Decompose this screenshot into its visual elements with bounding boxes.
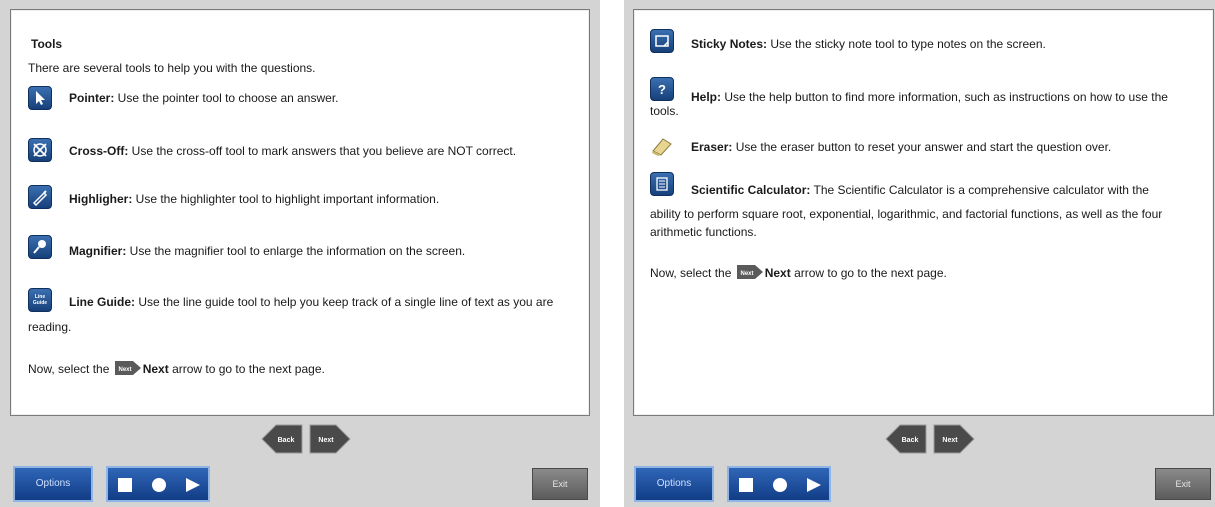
svg-text:Back: Back (278, 437, 295, 444)
tool-description: Cross-Off: Use the cross-off tool to mar… (69, 144, 517, 158)
content-area: Tools There are several tools to help yo… (10, 9, 590, 416)
exit-button[interactable]: Exit (1155, 468, 1211, 500)
options-button[interactable]: Options (634, 466, 714, 502)
magnifier-icon[interactable] (28, 235, 52, 259)
left-panel: Tools There are several tools to help yo… (0, 0, 600, 507)
tool-description: Highligher: Use the highlighter tool to … (69, 192, 440, 206)
tool-description-continued: arithmetic functions. (650, 225, 757, 239)
svg-text:Next: Next (318, 437, 334, 444)
calculator-icon[interactable] (650, 172, 674, 196)
next-instruction: Now, select the Next Next arrow to go to … (650, 264, 947, 284)
tool-description: Pointer: Use the pointer tool to choose … (69, 91, 339, 105)
tool-description: Magnifier: Use the magnifier tool to enl… (69, 244, 466, 258)
svg-text:Next: Next (740, 271, 753, 277)
tool-description: Help: Use the help button to find more i… (691, 90, 1168, 104)
next-arrow-icon: Next (114, 361, 141, 375)
help-icon[interactable]: ? (650, 77, 674, 101)
page-title: Tools (31, 37, 63, 51)
back-button[interactable]: Back (885, 424, 927, 454)
right-panel: Sticky Notes: Use the sticky note tool t… (624, 0, 1215, 507)
content-area: Sticky Notes: Use the sticky note tool t… (633, 9, 1214, 416)
record-icon[interactable] (152, 478, 166, 492)
tool-description: Eraser: Use the eraser button to reset y… (691, 140, 1112, 154)
media-controls (106, 466, 210, 502)
next-button[interactable]: Next (309, 424, 351, 454)
tool-description-continued: tools. (650, 104, 679, 118)
stop-icon[interactable] (118, 478, 132, 492)
page-nav: Back Next (261, 424, 351, 454)
cross-off-icon[interactable] (28, 138, 52, 162)
svg-text:Next: Next (118, 367, 131, 373)
record-icon[interactable] (773, 478, 787, 492)
tool-description-continued: reading. (28, 320, 72, 334)
page-nav: Back Next (885, 424, 975, 454)
intro-text: There are several tools to help you with… (28, 61, 316, 75)
media-controls (727, 466, 831, 502)
pointer-icon[interactable] (28, 86, 52, 110)
tool-description: Scientific Calculator: The Scientific Ca… (691, 183, 1149, 197)
sticky-notes-icon[interactable] (650, 29, 674, 53)
panel-divider (600, 0, 624, 507)
play-icon[interactable] (807, 478, 821, 492)
next-button[interactable]: Next (933, 424, 975, 454)
next-arrow-icon: Next (736, 265, 763, 279)
highlighter-icon[interactable] (28, 185, 52, 209)
svg-text:Back: Back (902, 437, 919, 444)
options-button[interactable]: Options (13, 466, 93, 502)
exit-button[interactable]: Exit (532, 468, 588, 500)
next-instruction: Now, select the Next Next arrow to go to … (28, 360, 325, 380)
back-button[interactable]: Back (261, 424, 303, 454)
tool-description: Line Guide: Use the line guide tool to h… (69, 295, 554, 309)
svg-text:Next: Next (942, 437, 958, 444)
stop-icon[interactable] (739, 478, 753, 492)
eraser-icon[interactable] (650, 135, 674, 157)
line-guide-icon[interactable]: Line Guide (28, 288, 52, 312)
play-icon[interactable] (186, 478, 200, 492)
tool-description: Sticky Notes: Use the sticky note tool t… (691, 37, 1046, 51)
tool-description-continued: ability to perform square root, exponent… (650, 207, 1163, 221)
